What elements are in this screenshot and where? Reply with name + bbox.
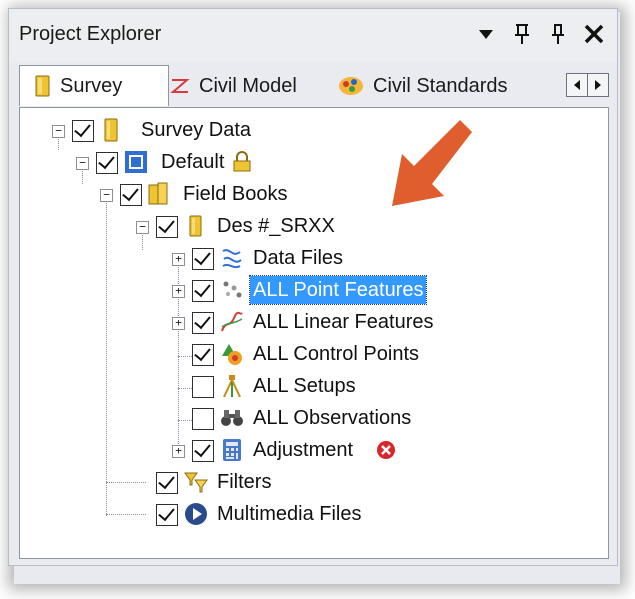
tab-survey[interactable]: Survey xyxy=(19,65,169,106)
civil-model-icon xyxy=(169,76,191,96)
lock-icon xyxy=(233,151,251,172)
panel-title: Project Explorer xyxy=(19,23,162,45)
folder-icon xyxy=(104,118,118,142)
civil-standards-icon xyxy=(337,75,365,97)
tree-node-label: Multimedia Files xyxy=(217,503,362,525)
checkbox[interactable] xyxy=(96,152,118,174)
collapse-toggle[interactable]: − xyxy=(100,189,113,202)
data-files-icon xyxy=(222,249,242,269)
folder-icon xyxy=(34,75,52,97)
binoculars-icon xyxy=(221,410,243,426)
tree-node-label: Des #_SRXX xyxy=(217,215,335,237)
error-icon xyxy=(377,441,395,459)
checkbox[interactable] xyxy=(192,248,214,270)
database-icon xyxy=(125,151,147,173)
autohide-pin-icon[interactable] xyxy=(547,21,569,47)
books-icon xyxy=(148,182,168,205)
tree-node-label: Filters xyxy=(217,471,272,493)
collapse-toggle[interactable]: − xyxy=(136,221,149,234)
tree-node-label: ALL Setups xyxy=(253,375,356,397)
checkbox[interactable] xyxy=(192,344,214,366)
expand-toggle[interactable]: + xyxy=(172,317,185,330)
checkbox[interactable] xyxy=(156,504,178,526)
checkbox[interactable] xyxy=(192,312,214,334)
tab-scroll-right-button[interactable] xyxy=(587,74,608,96)
expand-toggle[interactable]: + xyxy=(172,253,185,266)
close-icon[interactable] xyxy=(583,21,605,47)
control-points-icon xyxy=(222,344,242,365)
tree-node-label: Survey Data xyxy=(141,119,252,141)
dropdown-icon[interactable] xyxy=(475,21,497,47)
pin-icon[interactable] xyxy=(511,21,533,47)
checkbox[interactable] xyxy=(192,440,214,462)
calculator-icon xyxy=(223,439,241,461)
tree-node-label: Adjustment xyxy=(253,439,354,461)
multimedia-icon xyxy=(185,503,207,525)
project-explorer-panel: Project Explorer Survey Civil Model Civi… xyxy=(8,8,618,566)
tab-scroll-left-button[interactable] xyxy=(567,74,587,96)
checkbox[interactable] xyxy=(156,472,178,494)
expand-toggle[interactable]: + xyxy=(172,285,185,298)
tab-civil-model[interactable]: Civil Model xyxy=(169,67,297,105)
tree-node-label: ALL Linear Features xyxy=(253,311,434,333)
tab-label: Civil Model xyxy=(199,74,297,97)
tab-strip: Survey Civil Model Civil Standards xyxy=(9,63,617,107)
point-features-icon xyxy=(223,281,242,298)
tree-node-label: Default xyxy=(161,151,225,173)
collapse-toggle[interactable]: − xyxy=(76,157,89,170)
annotation-arrow-icon xyxy=(392,120,472,206)
filter-icon xyxy=(184,472,208,493)
expand-toggle[interactable]: + xyxy=(172,445,185,458)
checkbox[interactable] xyxy=(72,120,94,142)
tab-label: Civil Standards xyxy=(373,74,508,97)
survey-tree: − Survey Data − Default − Field Books − … xyxy=(19,107,609,559)
tree-node-label: ALL Observations xyxy=(253,407,412,429)
tree-node-label: ALL Point Features xyxy=(248,275,428,305)
checkbox[interactable] xyxy=(192,280,214,302)
tree-connector xyxy=(106,482,146,483)
setups-icon xyxy=(223,375,241,398)
checkbox[interactable] xyxy=(192,408,214,430)
checkbox[interactable] xyxy=(120,184,142,206)
checkbox[interactable] xyxy=(156,216,178,238)
collapse-toggle[interactable]: − xyxy=(52,125,65,138)
tree-connector xyxy=(106,514,146,515)
tab-civil-standards[interactable]: Civil Standards xyxy=(337,67,508,105)
tree-node-label: ALL Control Points xyxy=(253,343,420,365)
tab-scroll-buttons xyxy=(566,73,609,97)
tree-connector xyxy=(106,196,107,516)
field-book-icon xyxy=(189,215,202,237)
linear-features-icon xyxy=(221,311,243,332)
tree-node-label: Data Files xyxy=(253,247,344,269)
tab-label: Survey xyxy=(60,74,123,97)
checkbox[interactable] xyxy=(192,376,214,398)
title-bar: Project Explorer xyxy=(9,9,617,61)
tree-node-label: Field Books xyxy=(183,183,288,205)
